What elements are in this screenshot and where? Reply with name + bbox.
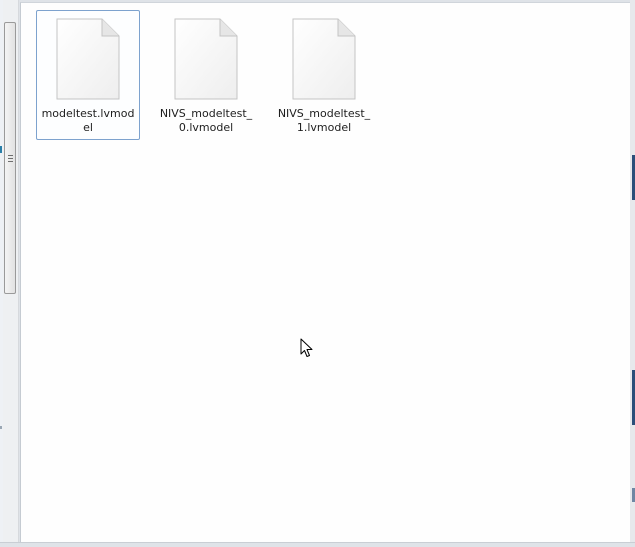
- file-name-label: modeltest.lvmodel: [41, 107, 135, 134]
- pane-edge-marker: [0, 426, 2, 429]
- mouse-pointer-icon: [300, 338, 313, 357]
- right-window-edge: [630, 0, 635, 547]
- scrollbar-thumb[interactable]: [4, 22, 16, 294]
- navigation-pane-scrollbar[interactable]: [3, 0, 19, 547]
- file-name-label: NIVS_modeltest_0.lvmodel: [159, 107, 253, 134]
- pane-edge-marker: [0, 146, 2, 153]
- file-item-nivs-modeltest-1[interactable]: NIVS_modeltest_1.lvmodel: [272, 10, 376, 140]
- bottom-window-edge: [0, 542, 635, 547]
- generic-file-icon: [292, 18, 356, 100]
- scrollbar-grip: [8, 158, 13, 159]
- file-list-view[interactable]: modeltest.lvmodel NIVS_modeltest_0.lvmod…: [20, 2, 631, 543]
- file-name-label: NIVS_modeltest_1.lvmodel: [277, 107, 371, 134]
- explorer-window: modeltest.lvmodel NIVS_modeltest_0.lvmod…: [0, 0, 635, 547]
- generic-file-icon: [56, 18, 120, 100]
- scrollbar-grip: [8, 161, 13, 162]
- file-item-modeltest[interactable]: modeltest.lvmodel: [36, 10, 140, 140]
- generic-file-icon: [174, 18, 238, 100]
- scrollbar-grip: [8, 155, 13, 156]
- file-item-nivs-modeltest-0[interactable]: NIVS_modeltest_0.lvmodel: [154, 10, 258, 140]
